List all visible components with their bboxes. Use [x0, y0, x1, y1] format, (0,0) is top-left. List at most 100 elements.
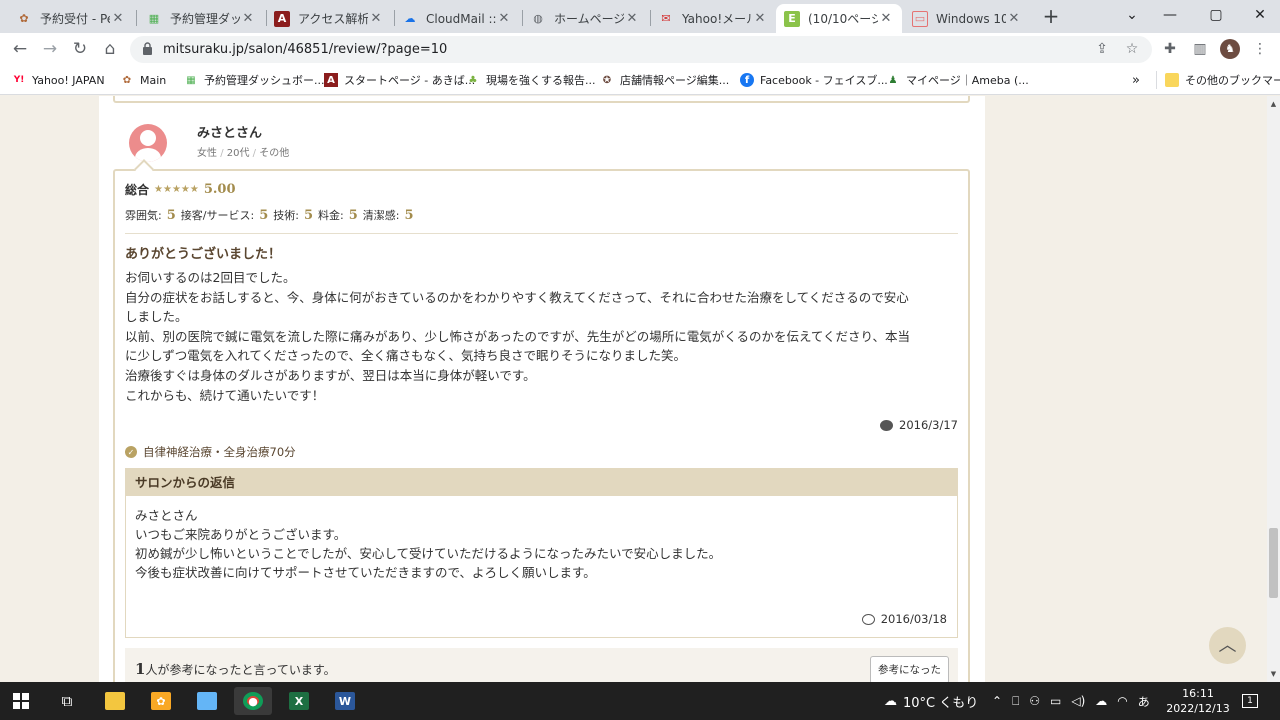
- word-app-icon[interactable]: W: [326, 687, 364, 715]
- task-view-icon[interactable]: ⧉: [48, 687, 86, 715]
- wifi-icon[interactable]: ◠: [1117, 694, 1127, 708]
- browser-tab[interactable]: ▭ Windows 10の ✕: [904, 4, 1030, 33]
- other-bookmarks-folder[interactable]: その他のブックマーク: [1156, 71, 1280, 89]
- bookmark-item[interactable]: f Facebook - フェイスブ...: [740, 71, 888, 89]
- tab-close-icon[interactable]: ✕: [624, 11, 640, 26]
- browser-tab[interactable]: ✉ Yahoo!メール ✕: [650, 4, 776, 33]
- subscore-item: 雰囲気: 5: [125, 208, 176, 223]
- side-panel-icon[interactable]: ▥: [1190, 39, 1210, 59]
- review-column: みさとさん 女性 / 20代 / その他 総合 ★★★★★ 5.00 雰囲気: 5…: [99, 96, 985, 682]
- notification-center-icon[interactable]: 1: [1242, 682, 1258, 720]
- bookmark-item[interactable]: A スタートページ - あきば...: [324, 71, 475, 89]
- facebook-icon: f: [740, 73, 754, 87]
- bookmark-item[interactable]: ♟ マイページ｜Ameba (...: [886, 71, 1029, 89]
- bookmark-item[interactable]: Y! Yahoo! JAPAN: [12, 71, 105, 89]
- tab-close-icon[interactable]: ✕: [752, 11, 768, 26]
- close-window-button[interactable]: ✕: [1240, 0, 1280, 30]
- clover-icon: ♣: [468, 74, 478, 86]
- browser-tab[interactable]: ▦ 予約管理ダッシ ✕: [138, 4, 264, 33]
- badge-icon: ✪: [602, 74, 612, 86]
- browser-tab[interactable]: A アクセス解析 - ✕: [266, 4, 392, 33]
- page-viewport: みさとさん 女性 / 20代 / その他 総合 ★★★★★ 5.00 雰囲気: 5…: [0, 96, 1267, 682]
- battery-icon[interactable]: ▭: [1050, 694, 1061, 708]
- paint-app-icon[interactable]: ✿: [142, 687, 180, 715]
- home-icon[interactable]: ⌂: [98, 37, 122, 61]
- extensions-icon[interactable]: ✚: [1160, 39, 1180, 59]
- people-icon[interactable]: ⚇: [1029, 694, 1040, 708]
- treatment-menu[interactable]: ✓ 自律神経治療・全身治療70分: [125, 444, 296, 460]
- star-rating-icon: ★★★★★: [154, 184, 199, 195]
- back-arrow-icon[interactable]: ←: [8, 37, 32, 61]
- tab-close-icon[interactable]: ✕: [240, 11, 256, 26]
- scroll-to-top-button[interactable]: ︿: [1209, 627, 1246, 664]
- overall-label: 総合: [125, 183, 150, 197]
- menu-kebab-icon[interactable]: ⋮: [1250, 39, 1270, 59]
- address-bar[interactable]: mitsuraku.jp/salon/46851/review/?page=10…: [130, 36, 1152, 63]
- scroll-down-arrow-icon[interactable]: ▼: [1269, 670, 1278, 678]
- clock[interactable]: 16:11 2022/12/13: [1165, 686, 1231, 716]
- tab-close-icon[interactable]: ✕: [110, 11, 126, 26]
- subscore-item: 接客/サービス: 5: [180, 208, 269, 223]
- windows-taskbar: ⧉ ✿ ● X W ☁ 10°C くもり ⌃ ⎕ ⚇ ▭ ◁) ☁ ◠ あ 16…: [0, 682, 1280, 720]
- reply-line: 初め鍼が少し怖いということでしたが、安心して受けていただけるようになったみたいで…: [135, 546, 722, 561]
- tab-search-icon[interactable]: ⌄: [1112, 0, 1152, 30]
- tab-title: Windows 10の: [936, 12, 1006, 26]
- tab-favicon-icon: ✉: [661, 12, 671, 25]
- browser-tab[interactable]: ◍ ホームページ更新 ✕: [522, 4, 648, 33]
- windows-start-icon[interactable]: [2, 687, 40, 715]
- onedrive-icon[interactable]: ☁: [1095, 694, 1107, 708]
- url-text[interactable]: mitsuraku.jp/salon/46851/review/?page=10: [163, 42, 447, 57]
- tab-close-icon[interactable]: ✕: [368, 11, 384, 26]
- grid-icon: ▦: [186, 74, 196, 86]
- review-line: これからも、続けて通いたいです！: [125, 387, 325, 403]
- browser-toolbar: ← → ↻ ⌂ mitsuraku.jp/salon/46851/review/…: [0, 33, 1280, 65]
- helpful-button[interactable]: 参考になった: [870, 656, 949, 682]
- system-tray: ⌃ ⎕ ⚇ ▭ ◁) ☁ ◠ あ: [992, 682, 1150, 720]
- reload-icon[interactable]: ↻: [68, 37, 92, 61]
- new-tab-button[interactable]: +: [1040, 4, 1062, 28]
- reply-date: 2016/03/18: [861, 612, 947, 626]
- bookmark-star-icon[interactable]: ☆: [1122, 39, 1142, 59]
- browser-tab[interactable]: ☁ CloudMail :: ✕: [394, 4, 520, 33]
- ime-indicator[interactable]: あ: [1138, 693, 1150, 710]
- tab-close-icon[interactable]: ✕: [878, 11, 894, 26]
- lock-icon[interactable]: [142, 42, 153, 55]
- maximize-button[interactable]: ▢: [1196, 0, 1236, 30]
- weather-widget[interactable]: ☁ 10°C くもり: [884, 682, 978, 720]
- bookmark-item[interactable]: ▦ 予約管理ダッシュボー...: [184, 71, 325, 89]
- file-explorer-icon[interactable]: [96, 687, 134, 715]
- tab-close-icon[interactable]: ✕: [1006, 11, 1022, 26]
- bookmark-label: スタートページ - あきば...: [344, 74, 476, 87]
- bookmark-item[interactable]: ✿ Main: [120, 71, 166, 89]
- bookmark-label: 予約管理ダッシュボー...: [204, 74, 325, 87]
- excel-app-icon[interactable]: X: [280, 687, 318, 715]
- minimize-button[interactable]: —: [1150, 0, 1190, 30]
- browser-tab-active[interactable]: E (10/10ページ) ✕: [776, 4, 902, 33]
- tray-chevron-icon[interactable]: ⌃: [992, 694, 1002, 708]
- reply-body: みさとさん いつもご来院ありがとうございます。 初め鍼が少し怖いということでした…: [135, 506, 721, 582]
- bookmarks-overflow-button[interactable]: »: [1132, 71, 1140, 89]
- scrollbar-thumb[interactable]: [1269, 528, 1278, 598]
- share-icon[interactable]: ⇪: [1092, 39, 1112, 59]
- reviewer-gender: 女性: [197, 148, 217, 159]
- tab-title: (10/10ページ): [808, 12, 878, 26]
- notepad-app-icon[interactable]: [188, 687, 226, 715]
- speech-bubble-icon: [880, 419, 894, 431]
- treatment-menu-text[interactable]: 自律神経治療・全身治療70分: [143, 444, 296, 460]
- reply-heading: サロンからの返信: [126, 469, 957, 496]
- tab-close-icon[interactable]: ✕: [496, 11, 512, 26]
- bookmark-item[interactable]: ✪ 店舗情報ページ編集...: [600, 71, 729, 89]
- reviewer-meta: 女性 / 20代 / その他: [197, 148, 290, 159]
- meet-now-icon[interactable]: ⎕: [1012, 694, 1019, 709]
- scroll-up-arrow-icon[interactable]: ▲: [1269, 100, 1278, 108]
- profile-avatar-icon[interactable]: ♞: [1220, 39, 1240, 59]
- tab-title: 予約受付 - Pe: [40, 12, 110, 26]
- forward-arrow-icon[interactable]: →: [38, 37, 62, 61]
- bookmark-item[interactable]: ♣ 現場を強くする報告...: [466, 71, 596, 89]
- reviewer-name: みさとさん: [197, 126, 263, 141]
- page-scrollbar[interactable]: ▲ ▼: [1267, 96, 1280, 682]
- browser-tab[interactable]: ✿ 予約受付 - Pe ✕: [8, 4, 134, 33]
- volume-icon[interactable]: ◁): [1071, 694, 1085, 708]
- chrome-app-icon[interactable]: ●: [234, 687, 272, 715]
- cloud-icon: ☁: [884, 693, 897, 709]
